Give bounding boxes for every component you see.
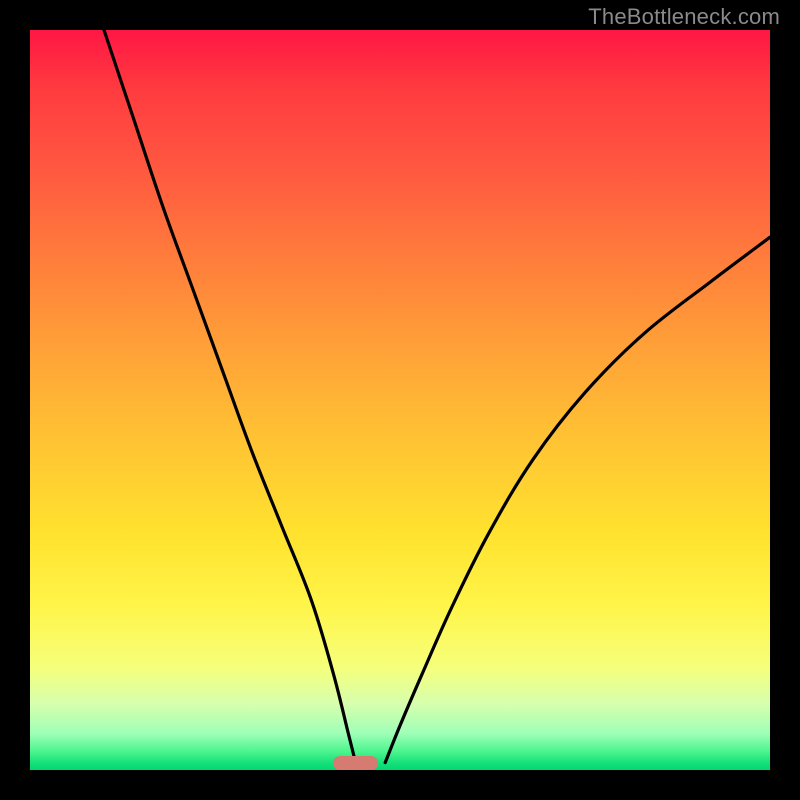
left-curve [104,30,356,763]
curves-svg [30,30,770,770]
right-curve [385,237,770,762]
plot-area [30,30,770,770]
watermark-text: TheBottleneck.com [588,4,780,30]
chart-frame: TheBottleneck.com [0,0,800,800]
bottleneck-marker [333,756,377,770]
